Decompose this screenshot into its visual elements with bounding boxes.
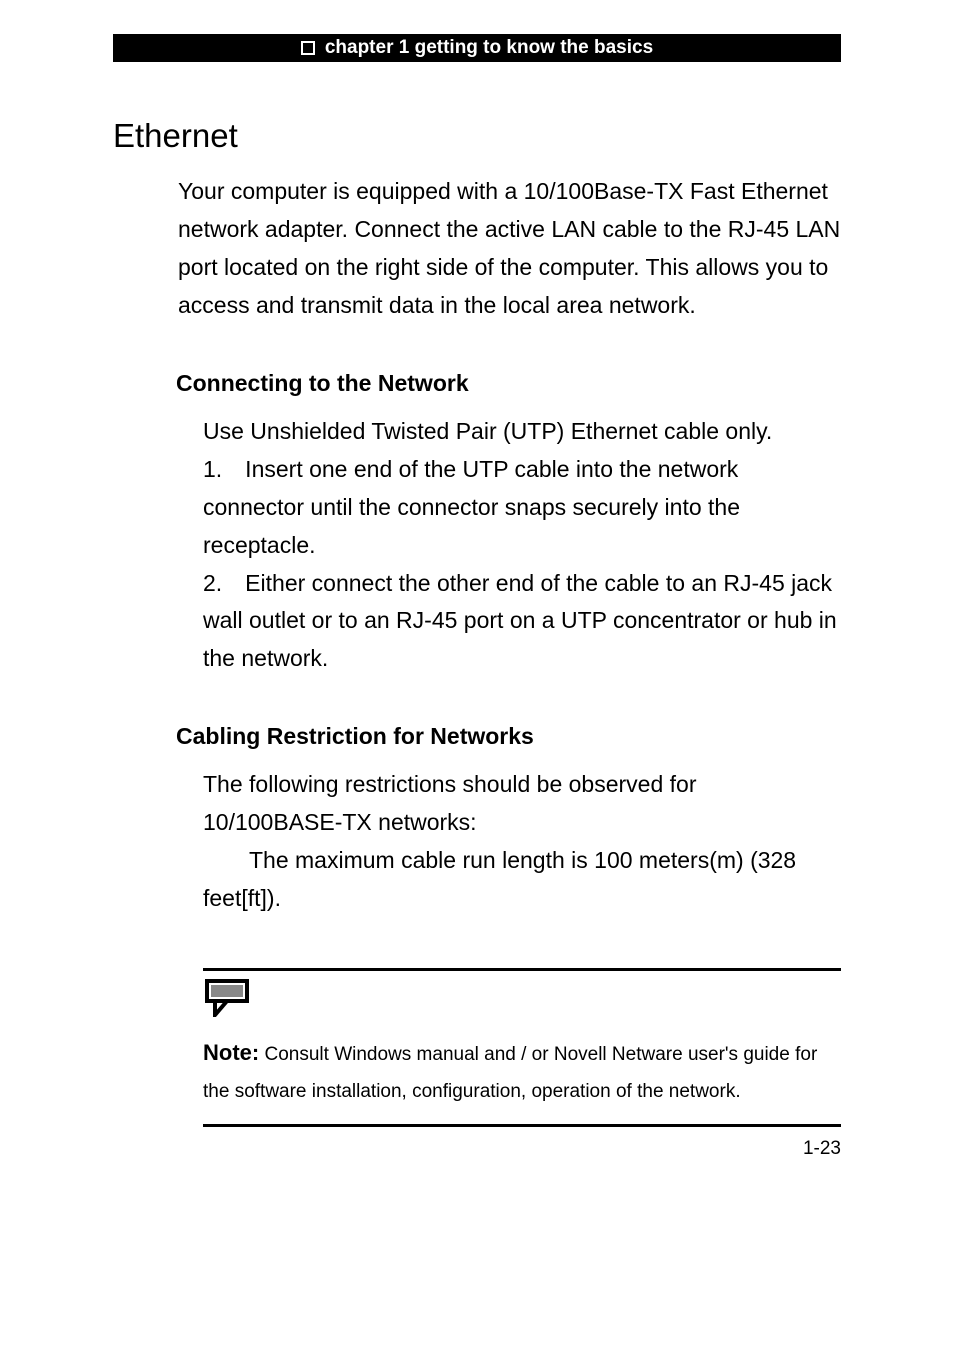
cabling-body: The following restrictions should be obs… bbox=[203, 766, 841, 918]
note-text: Note: Consult Windows manual and / or No… bbox=[203, 1032, 841, 1110]
page-number: 1-23 bbox=[803, 1138, 841, 1160]
chapter-bullet-icon bbox=[301, 41, 315, 55]
section-title: Ethernet bbox=[113, 117, 841, 155]
cabling-title: Cabling Restriction for Networks bbox=[176, 723, 841, 750]
connecting-body: Use Unshielded Twisted Pair (UTP) Ethern… bbox=[203, 413, 841, 679]
note-body: Consult Windows manual and / or Novell N… bbox=[203, 1044, 817, 1102]
chapter-header: chapter 1 getting to know the basics bbox=[113, 34, 841, 62]
note-icon bbox=[205, 979, 841, 1022]
chapter-header-text: chapter 1 getting to know the basics bbox=[325, 37, 653, 59]
intro-paragraph: Your computer is equipped with a 10/100B… bbox=[178, 173, 841, 325]
connecting-title: Connecting to the Network bbox=[176, 370, 841, 397]
note-block: Note: Consult Windows manual and / or No… bbox=[203, 968, 841, 1127]
note-label: Note: bbox=[203, 1040, 259, 1065]
